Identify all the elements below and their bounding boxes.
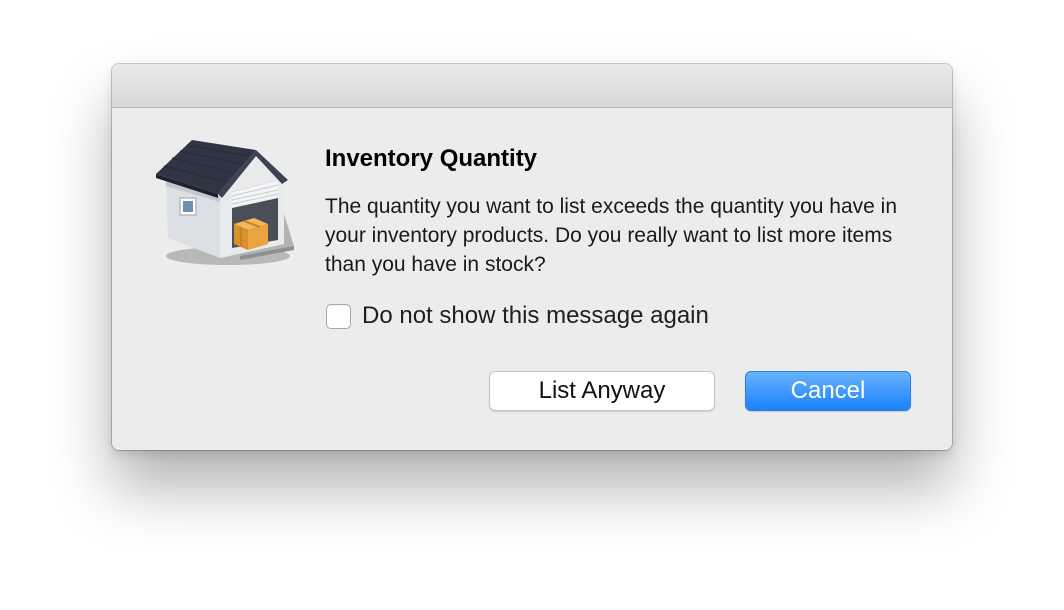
alert-dialog: Inventory Quantity The quantity you want…: [112, 64, 952, 450]
warehouse-icon: [156, 140, 296, 270]
list-anyway-button[interactable]: List Anyway: [489, 371, 715, 411]
dont-show-again-option[interactable]: Do not show this message again: [326, 302, 709, 330]
dialog-message: The quantity you want to list exceeds th…: [325, 195, 898, 276]
cancel-button[interactable]: Cancel: [745, 371, 911, 411]
dont-show-again-label[interactable]: Do not show this message again: [362, 302, 709, 330]
dont-show-again-checkbox[interactable]: [326, 303, 351, 329]
dialog-titlebar: [112, 64, 952, 108]
dialog-title: Inventory Quantity: [325, 145, 538, 172]
